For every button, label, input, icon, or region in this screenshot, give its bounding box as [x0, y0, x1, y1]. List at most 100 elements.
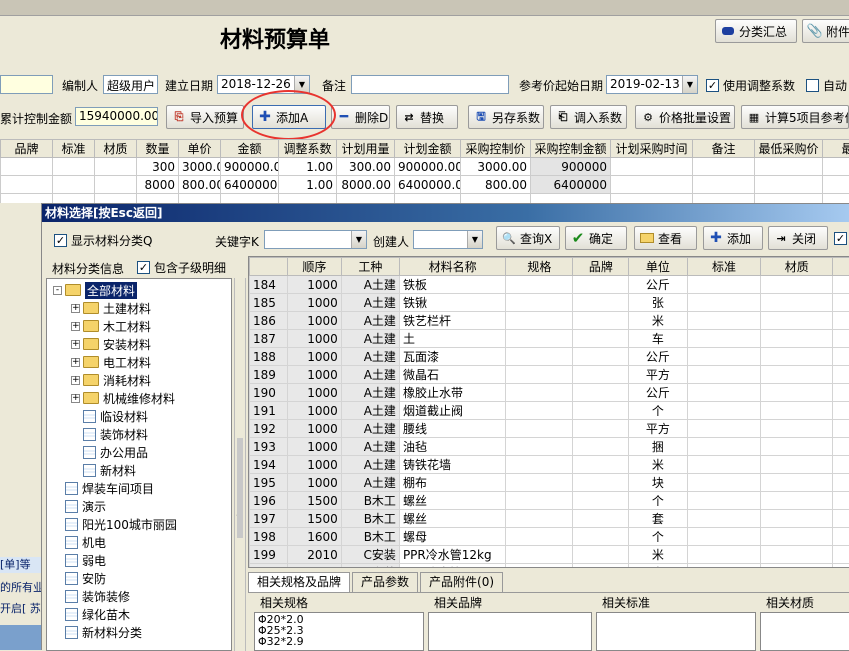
- table-cell[interactable]: [693, 158, 755, 176]
- column-header[interactable]: 金额: [221, 140, 279, 158]
- table-cell[interactable]: [506, 564, 573, 569]
- table-cell[interactable]: A土建: [341, 330, 399, 348]
- table-cell[interactable]: [573, 420, 629, 438]
- table-cell[interactable]: 张: [629, 294, 687, 312]
- table-cell[interactable]: [573, 456, 629, 474]
- table-cell[interactable]: 平方: [629, 420, 687, 438]
- table-cell[interactable]: 米: [629, 456, 687, 474]
- table-row[interactable]: 2002010C安装PPR冷水管16kg米: [250, 564, 849, 569]
- table-cell[interactable]: [573, 312, 629, 330]
- table-cell[interactable]: [506, 546, 573, 564]
- table-cell[interactable]: A土建: [341, 276, 399, 294]
- dialog-title[interactable]: 材料选择[按Esc返回]: [42, 204, 849, 222]
- remark-field[interactable]: [351, 75, 509, 94]
- table-cell[interactable]: 800.00: [179, 176, 221, 194]
- table-cell[interactable]: [506, 330, 573, 348]
- table-cell[interactable]: PPR冷水管12kg: [399, 546, 505, 564]
- tree-item[interactable]: 安防: [53, 569, 106, 587]
- table-cell[interactable]: [761, 456, 833, 474]
- tab-1[interactable]: 产品参数: [352, 572, 418, 592]
- table-cell[interactable]: A土建: [341, 312, 399, 330]
- table-cell[interactable]: [506, 294, 573, 312]
- show-category-checkbox[interactable]: ✓显示材料分类Q: [54, 232, 152, 249]
- table-row[interactable]: 1851000A土建铁锹张: [250, 294, 849, 312]
- table-cell[interactable]: 公斤: [629, 348, 687, 366]
- table-cell[interactable]: [506, 420, 573, 438]
- table-cell[interactable]: B木工: [341, 492, 399, 510]
- table-cell[interactable]: 190: [250, 384, 288, 402]
- tree-item[interactable]: +消耗材料: [71, 371, 151, 389]
- table-cell[interactable]: 1600: [288, 528, 342, 546]
- table-cell[interactable]: [833, 348, 849, 366]
- table-cell[interactable]: [761, 546, 833, 564]
- table-cell[interactable]: 腰线: [399, 420, 505, 438]
- table-cell[interactable]: 1000: [288, 348, 342, 366]
- tree-item[interactable]: +电工材料: [71, 353, 151, 371]
- table-cell[interactable]: 6400000.00: [221, 176, 279, 194]
- table-cell[interactable]: 197: [250, 510, 288, 528]
- table-cell[interactable]: [573, 438, 629, 456]
- vertical-scrollbar-thumb[interactable]: [237, 438, 243, 538]
- table-cell[interactable]: 油毡: [399, 438, 505, 456]
- price-batch-setting-button[interactable]: ⚙ 价格批量设置: [635, 105, 735, 129]
- table-cell[interactable]: 187: [250, 330, 288, 348]
- table-cell[interactable]: 螺丝: [399, 510, 505, 528]
- column-header[interactable]: 标准: [687, 258, 761, 276]
- table-cell[interactable]: 1500: [288, 510, 342, 528]
- editor-field[interactable]: 超级用户: [103, 75, 158, 94]
- table-cell[interactable]: [687, 564, 761, 569]
- table-cell[interactable]: [687, 312, 761, 330]
- table-cell[interactable]: [506, 492, 573, 510]
- table-cell[interactable]: [687, 492, 761, 510]
- table-cell[interactable]: [761, 402, 833, 420]
- table-cell[interactable]: [573, 528, 629, 546]
- table-cell[interactable]: [761, 330, 833, 348]
- dialog-add-button[interactable]: ✚ 添加: [703, 226, 763, 250]
- tree-item[interactable]: 阳光100城市丽园: [53, 515, 177, 533]
- use-adjust-coef-checkbox[interactable]: ✓使用调整系数: [706, 77, 795, 94]
- table-cell[interactable]: [761, 312, 833, 330]
- column-header[interactable]: 品牌: [573, 258, 629, 276]
- table-cell[interactable]: 195: [250, 474, 288, 492]
- table-cell[interactable]: 1.00: [279, 176, 337, 194]
- auto-checkbox[interactable]: 自动: [806, 77, 847, 94]
- tree-item[interactable]: 新材料分类: [53, 623, 142, 641]
- table-cell[interactable]: [687, 510, 761, 528]
- creator-combo[interactable]: ▼: [413, 230, 483, 249]
- table-cell[interactable]: 瓦面漆: [399, 348, 505, 366]
- table-cell[interactable]: [53, 158, 95, 176]
- table-cell[interactable]: [687, 456, 761, 474]
- tab-0[interactable]: 相关规格及品牌: [248, 572, 350, 592]
- tree-item[interactable]: 机电: [53, 533, 106, 551]
- tree-item[interactable]: 演示: [53, 497, 106, 515]
- table-cell[interactable]: [761, 528, 833, 546]
- table-cell[interactable]: 3000.00: [179, 158, 221, 176]
- collapse-minus-icon[interactable]: -: [53, 286, 62, 295]
- table-cell[interactable]: 1000: [288, 438, 342, 456]
- table-cell[interactable]: [573, 366, 629, 384]
- expand-plus-icon[interactable]: +: [71, 340, 80, 349]
- extra-checkbox[interactable]: ✓: [834, 232, 849, 245]
- table-cell[interactable]: 189: [250, 366, 288, 384]
- code-field[interactable]: [0, 75, 53, 94]
- keyword-combo[interactable]: ▼: [264, 230, 367, 249]
- table-cell[interactable]: [611, 176, 693, 194]
- table-cell[interactable]: 个: [629, 528, 687, 546]
- column-header[interactable]: 品牌: [1, 140, 53, 158]
- table-cell[interactable]: [573, 564, 629, 569]
- table-cell[interactable]: A土建: [341, 348, 399, 366]
- table-cell[interactable]: [833, 420, 849, 438]
- table-cell[interactable]: 棚布: [399, 474, 505, 492]
- table-cell[interactable]: 烟道截止阀: [399, 402, 505, 420]
- table-cell[interactable]: [833, 564, 849, 569]
- expand-plus-icon[interactable]: +: [71, 358, 80, 367]
- table-cell[interactable]: [823, 176, 849, 194]
- table-cell[interactable]: 铁艺栏杆: [399, 312, 505, 330]
- table-cell[interactable]: [761, 420, 833, 438]
- table-cell[interactable]: 900000.00: [395, 158, 461, 176]
- table-row[interactable]: 1871000A土建土车: [250, 330, 849, 348]
- table-cell[interactable]: 300.00: [337, 158, 395, 176]
- table-cell[interactable]: 194: [250, 456, 288, 474]
- table-cell[interactable]: [687, 474, 761, 492]
- spec-list[interactable]: Φ20*2.0Φ25*2.3Φ32*2.9: [254, 612, 424, 651]
